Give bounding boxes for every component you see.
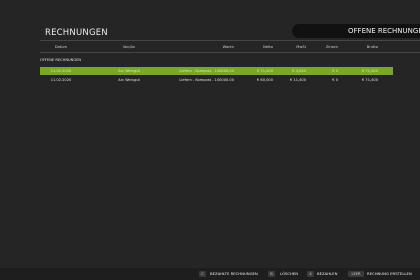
cell-net: € 71,400 — [256, 69, 273, 73]
key-hint-c: C — [199, 271, 206, 277]
cell-vat: € 11,400 — [289, 78, 306, 82]
cell-gross: € 71,400 — [361, 69, 378, 73]
column-header-gross[interactable]: Brutto — [343, 43, 378, 51]
cell-vendor: Arc Weingut — [118, 69, 140, 73]
section-label-open-invoices: OFFENE RECHNUNGEN — [40, 58, 82, 62]
column-header-vat[interactable]: MwSt — [278, 43, 306, 51]
key-hint-x: X — [307, 271, 314, 277]
page-title: RECHNUNGEN — [45, 28, 108, 38]
pay-button[interactable]: BEZAHLEN — [317, 271, 337, 277]
cell-vendor: Arc Weingut — [118, 78, 140, 82]
table-header: Datum Von/An Waren Netto MwSt Zinsen Bru… — [40, 43, 393, 51]
header-divider — [40, 40, 420, 41]
column-header-net[interactable]: Netto — [238, 43, 273, 51]
paid-invoices-button[interactable]: BEZAHLTE RECHNUNGEN — [210, 271, 258, 277]
delete-button[interactable]: LÖSCHEN — [280, 271, 298, 277]
table-header-divider — [40, 52, 420, 53]
column-header-goods[interactable]: Waren — [174, 43, 234, 51]
table-row[interactable]: 11.02.2020 Arc Weingut Liefern - Kompost… — [40, 76, 393, 84]
cell-goods: Liefern - Kompost - 100000.00 — [179, 78, 234, 82]
column-header-vendor[interactable]: Von/An — [108, 43, 150, 51]
cell-interest: € 0 — [332, 69, 338, 73]
cell-date: 11.02.2020 — [50, 78, 72, 82]
cell-vat: € 4,000 — [292, 69, 306, 73]
cell-goods: Liefern - Kompost - 100000.00 — [179, 69, 234, 73]
tab-open-invoices-label: OFFENE RECHNUNGEN — [348, 27, 420, 35]
cell-net: € 60,000 — [256, 78, 273, 82]
key-hint-space: LEER — [348, 271, 364, 277]
column-header-date[interactable]: Datum — [40, 43, 82, 51]
cell-gross: € 71,400 — [361, 78, 378, 82]
key-hint-b: B — [268, 271, 275, 277]
create-invoice-button[interactable]: RECHNUNG ERSTELLEN — [367, 271, 412, 277]
column-header-interest[interactable]: Zinsen — [311, 43, 338, 51]
table-row[interactable]: 11.02.2020 Arc Weingut Liefern - Kompost… — [40, 67, 393, 75]
cell-interest: € 0 — [332, 78, 338, 82]
cell-date: 11.02.2020 — [50, 69, 72, 73]
